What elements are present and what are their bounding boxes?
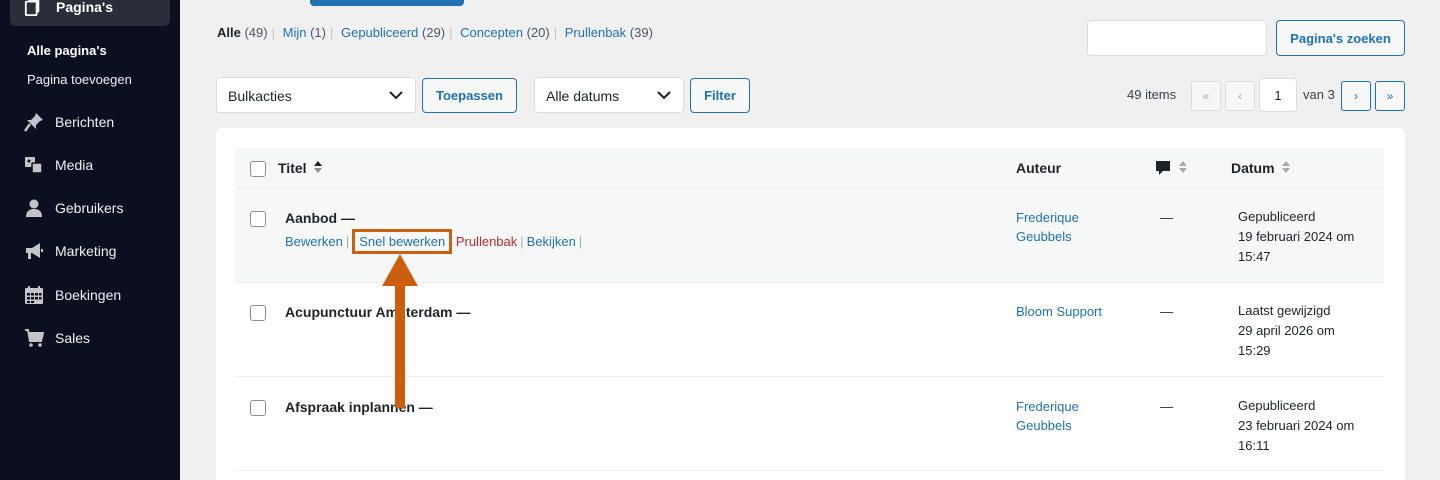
sort-icon[interactable] bbox=[1178, 160, 1188, 174]
chevron-down-icon bbox=[657, 91, 671, 100]
prev-page-button[interactable]: ‹ bbox=[1225, 81, 1255, 111]
filter-drafts[interactable]: Concepten bbox=[460, 25, 523, 40]
sidebar-item-marketing[interactable]: Marketing bbox=[0, 236, 180, 266]
comments-count: — bbox=[1160, 399, 1173, 414]
author-link[interactable]: Frederique Geubbels bbox=[1016, 397, 1079, 435]
bulk-actions-select[interactable]: Bulkacties bbox=[216, 77, 416, 113]
next-page-button[interactable]: › bbox=[1341, 81, 1371, 111]
first-page-button[interactable]: « bbox=[1191, 81, 1221, 111]
select-all-checkbox[interactable] bbox=[250, 161, 266, 177]
add-new-page-button[interactable] bbox=[310, 0, 464, 6]
pages-icon bbox=[24, 0, 40, 16]
comment-icon[interactable] bbox=[1155, 160, 1171, 176]
sidebar-item-users[interactable]: Gebruikers bbox=[0, 193, 180, 223]
row-actions: Bewerken | Snel bewerken Prullenbak | Bekijk… bbox=[285, 229, 585, 254]
date-cell: Gepubliceerd 23 februari 2024 om 16:11 bbox=[1238, 398, 1355, 453]
sidebar-item-label: Pagina's bbox=[56, 0, 114, 15]
user-icon bbox=[26, 199, 42, 217]
filter-button[interactable]: Filter bbox=[690, 78, 750, 113]
items-count: 49 items bbox=[1127, 87, 1177, 102]
sidebar-item-pages[interactable]: Pagina's bbox=[10, 0, 170, 26]
quick-edit-link[interactable]: Snel bewerken bbox=[359, 234, 445, 249]
pin-icon bbox=[24, 113, 43, 132]
date-filter-select[interactable]: Alle datums bbox=[534, 77, 684, 113]
search-input[interactable] bbox=[1087, 20, 1267, 56]
row-checkbox[interactable] bbox=[250, 305, 266, 321]
search-pages-button[interactable]: Pagina's zoeken bbox=[1276, 20, 1405, 56]
table-row bbox=[235, 470, 1384, 480]
sidebar-item-sales[interactable]: Sales bbox=[0, 323, 180, 353]
sidebar-item-label: Gebruikers bbox=[55, 200, 124, 216]
sidebar-item-media[interactable]: Media bbox=[0, 150, 180, 180]
megaphone-icon bbox=[26, 243, 43, 259]
row-checkbox[interactable] bbox=[250, 400, 266, 416]
edit-link[interactable]: Bewerken bbox=[285, 234, 343, 249]
calendar-icon bbox=[25, 286, 43, 304]
column-date[interactable]: Datum bbox=[1231, 160, 1275, 176]
sidebar-item-bookings[interactable]: Boekingen bbox=[0, 280, 180, 310]
trash-link[interactable]: Prullenbak bbox=[456, 234, 517, 249]
filter-published[interactable]: Gepubliceerd bbox=[341, 25, 418, 40]
sort-ascending-icon[interactable] bbox=[313, 160, 323, 174]
last-page-button[interactable]: » bbox=[1375, 81, 1405, 111]
media-icon bbox=[25, 157, 43, 174]
page-title-link[interactable]: Acupunctuur Amsterdam — bbox=[285, 304, 470, 320]
row-checkbox[interactable] bbox=[250, 211, 266, 227]
annotation-arrow-icon bbox=[382, 254, 418, 408]
sort-icon[interactable] bbox=[1281, 160, 1291, 174]
sidebar-item-label: Marketing bbox=[55, 243, 117, 259]
current-page-input[interactable]: 1 bbox=[1259, 78, 1297, 112]
submenu-all-pages[interactable]: Alle pagina's bbox=[27, 43, 107, 58]
cart-icon bbox=[25, 329, 44, 347]
comments-count: — bbox=[1160, 210, 1173, 225]
admin-sidebar: Pagina's Alle pagina's Pagina toevoegen … bbox=[0, 0, 180, 480]
sidebar-item-label: Sales bbox=[55, 330, 91, 346]
filter-mine[interactable]: Mijn bbox=[283, 25, 307, 40]
sidebar-item-label: Boekingen bbox=[55, 287, 122, 303]
chevron-down-icon bbox=[389, 91, 403, 100]
page-title-link[interactable]: Aanbod — bbox=[285, 210, 355, 226]
status-filter-links: Alle (49) | Mijn (1) | Gepubliceerd (29) | … bbox=[217, 25, 653, 40]
date-cell: Gepubliceerd 19 februari 2024 om 15:47 bbox=[1238, 209, 1355, 264]
column-title[interactable]: Titel bbox=[278, 160, 307, 176]
author-link[interactable]: Frederique Geubbels bbox=[1016, 208, 1079, 246]
sidebar-item-label: Berichten bbox=[55, 114, 115, 130]
comments-count: — bbox=[1160, 304, 1173, 319]
total-pages: van 3 bbox=[1303, 87, 1335, 102]
author-link[interactable]: Bloom Support bbox=[1016, 302, 1102, 321]
date-cell: Laatst gewijzigd 29 april 2026 om 15:29 bbox=[1238, 303, 1335, 358]
submenu-add-page[interactable]: Pagina toevoegen bbox=[27, 72, 132, 87]
column-author: Auteur bbox=[1016, 160, 1062, 176]
filter-trash[interactable]: Prullenbak bbox=[565, 25, 626, 40]
apply-button[interactable]: Toepassen bbox=[422, 78, 517, 113]
sidebar-item-posts[interactable]: Berichten bbox=[0, 107, 180, 137]
view-link[interactable]: Bekijken bbox=[527, 234, 576, 249]
quick-edit-highlight: Snel bewerken bbox=[352, 229, 453, 254]
sidebar-item-label: Media bbox=[55, 157, 94, 173]
table-header bbox=[235, 148, 1384, 188]
filter-all[interactable]: Alle bbox=[217, 25, 241, 40]
